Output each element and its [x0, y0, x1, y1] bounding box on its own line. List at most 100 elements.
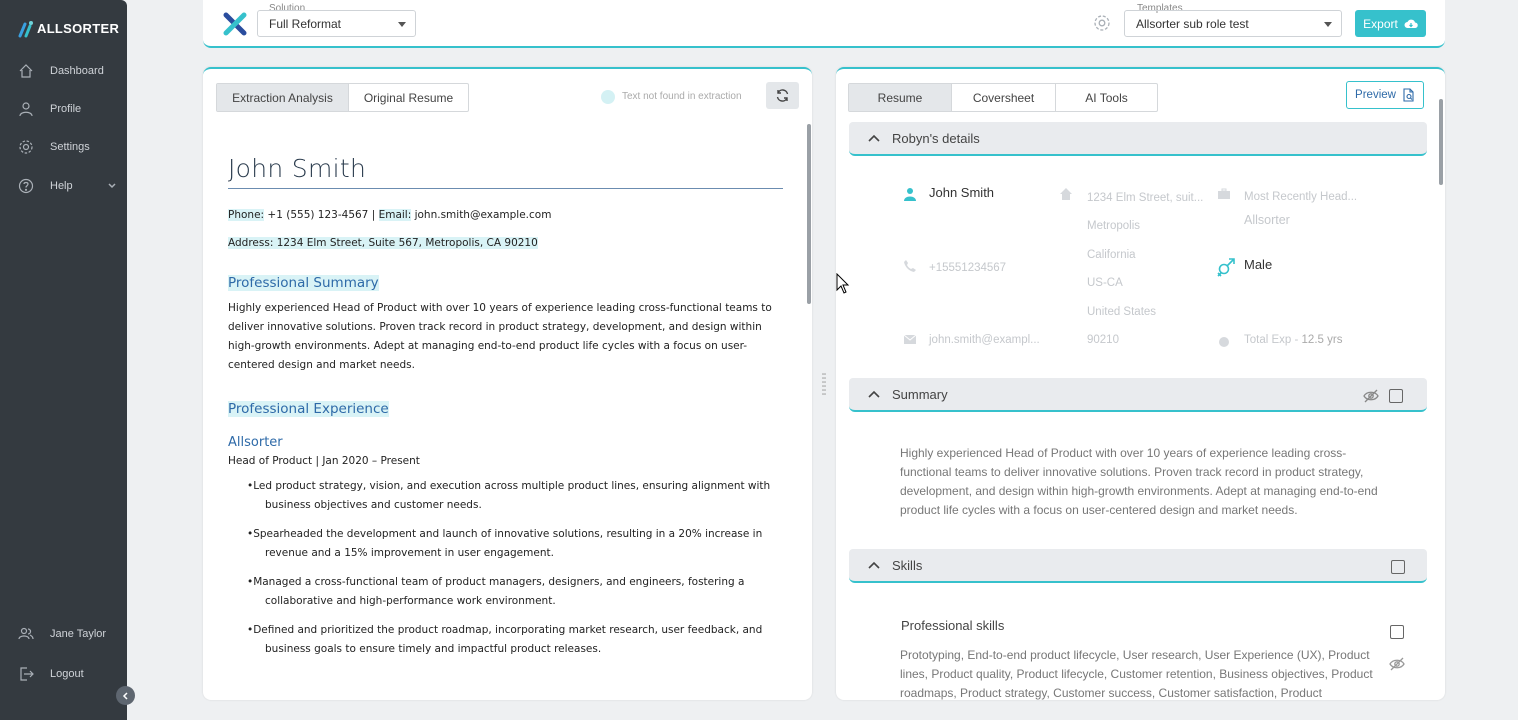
- resume-document: John Smith Phone: +1 (555) 123-4567 | Em…: [228, 154, 783, 659]
- skills-checkbox[interactable]: [1391, 560, 1405, 574]
- skills-title: Skills: [892, 557, 923, 573]
- experience-heading: Professional Experience: [228, 401, 389, 417]
- detail-address-line[interactable]: US-CA: [1087, 277, 1123, 289]
- bullet-item: •Spearheaded the development and launch …: [247, 528, 763, 559]
- detail-email[interactable]: john.smith@exampl...: [929, 334, 1040, 346]
- phone-value: +1 (555) 123-4567: [264, 209, 369, 221]
- summary-paragraph: Highly experienced Head of Product with …: [228, 302, 772, 371]
- logout-icon: [20, 667, 34, 681]
- sidebar-item-profile[interactable]: Profile: [0, 95, 127, 123]
- eye-off-icon[interactable]: [1389, 656, 1405, 672]
- settings-gear-icon[interactable]: [1093, 14, 1111, 32]
- detail-address-line[interactable]: 1234 Elm Street, suit...: [1087, 192, 1203, 204]
- summary-checkbox[interactable]: [1389, 389, 1403, 403]
- user-icon: [19, 102, 33, 117]
- help-icon: [18, 178, 34, 194]
- email-label: Email:: [378, 209, 412, 221]
- scrollbar[interactable]: [1439, 99, 1443, 185]
- right-tabs: Resume Coversheet AI Tools: [848, 83, 1158, 112]
- address-text: Address: 1234 Elm Street, Suite 567, Met…: [228, 237, 538, 249]
- phone-label: Phone:: [228, 209, 265, 221]
- section-heading: Professional Experience: [228, 401, 783, 417]
- detail-headline[interactable]: Most Recently Head...: [1244, 191, 1357, 203]
- chevron-up-icon[interactable]: [868, 561, 880, 569]
- home-icon: [19, 64, 33, 78]
- summary-section-header[interactable]: Summary: [849, 378, 1427, 412]
- caret-down-icon: [398, 22, 406, 27]
- panel-resize-handle[interactable]: [822, 372, 826, 396]
- tab-coversheet[interactable]: Coversheet: [952, 84, 1056, 111]
- tab-resume[interactable]: Resume: [849, 84, 952, 111]
- role-line: Head of Product | Jan 2020 – Present: [228, 455, 420, 467]
- detail-total-exp[interactable]: Total Exp - 12.5 yrs: [1244, 334, 1342, 346]
- details-title: Robyn's details: [892, 130, 980, 146]
- total-exp-label: Total Exp -: [1244, 334, 1302, 346]
- export-button[interactable]: Export: [1355, 10, 1426, 37]
- bullet-item: •Led product strategy, vision, and execu…: [247, 480, 771, 511]
- resume-name: John Smith: [228, 154, 783, 189]
- sidebar-item-dashboard[interactable]: Dashboard: [0, 57, 127, 85]
- clock-icon: [1219, 337, 1229, 347]
- professional-skills-checkbox[interactable]: [1390, 625, 1404, 639]
- detail-address-line[interactable]: California: [1087, 249, 1136, 261]
- skills-section-header[interactable]: Skills: [849, 549, 1427, 583]
- caret-down-icon: [1324, 22, 1332, 27]
- app-logo-icon: [223, 12, 247, 36]
- professional-skills-title: Professional skills: [901, 618, 1005, 633]
- preview-button[interactable]: Preview: [1346, 81, 1424, 109]
- brand-logo[interactable]: ALLSORTER: [0, 0, 127, 44]
- legend-swatch: [601, 90, 615, 104]
- users-icon: [18, 627, 34, 640]
- tab-extraction-analysis[interactable]: Extraction Analysis: [217, 84, 349, 111]
- cloud-download-icon: [1404, 19, 1418, 28]
- sidebar-item-logout[interactable]: Logout: [0, 660, 127, 688]
- summary-title: Summary: [892, 386, 948, 402]
- detail-headline-company[interactable]: Allsorter: [1244, 213, 1290, 227]
- gear-icon: [19, 140, 33, 154]
- chevron-up-icon[interactable]: [868, 390, 880, 398]
- resume-contact-line: Phone: +1 (555) 123-4567 | Email: john.s…: [228, 209, 783, 221]
- legend-label: Text not found in extraction: [622, 91, 742, 102]
- detail-name[interactable]: John Smith: [929, 185, 994, 200]
- extraction-panel: Extraction Analysis Original Resume Text…: [203, 67, 812, 700]
- sidebar-item-settings[interactable]: Settings: [0, 133, 127, 161]
- detail-address-line[interactable]: United States: [1087, 306, 1156, 318]
- detail-address-line[interactable]: Metropolis: [1087, 220, 1140, 232]
- refresh-button[interactable]: [766, 82, 799, 109]
- scrollbar[interactable]: [807, 124, 811, 304]
- brand-name: ALLSORTER: [37, 21, 120, 36]
- sidebar-collapse-button[interactable]: [116, 686, 135, 705]
- templates-value: Allsorter sub role test: [1136, 17, 1249, 31]
- tab-original-resume[interactable]: Original Resume: [349, 84, 468, 111]
- sidebar-item-label: Profile: [50, 103, 82, 115]
- export-label: Export: [1363, 16, 1398, 31]
- allsorter-logo-icon: [18, 20, 33, 37]
- tab-ai-tools[interactable]: AI Tools: [1056, 84, 1157, 111]
- templates-select[interactable]: Allsorter sub role test: [1124, 10, 1342, 37]
- section-heading: Professional Summary: [228, 275, 783, 291]
- sidebar: ALLSORTER Dashboard Profile Settings Hel…: [0, 0, 127, 720]
- document-search-icon: [1403, 88, 1414, 102]
- bullet-item: •Defined and prioritized the product roa…: [247, 624, 763, 655]
- mouse-cursor-icon: [836, 273, 850, 294]
- eye-off-icon[interactable]: [1363, 388, 1379, 404]
- sidebar-item-help[interactable]: Help: [0, 172, 127, 200]
- preview-label: Preview: [1355, 89, 1396, 101]
- sidebar-item-user[interactable]: Jane Taylor: [0, 620, 127, 648]
- skills-text[interactable]: Prototyping, End-to-end product lifecycl…: [900, 646, 1385, 700]
- detail-gender[interactable]: Male: [1244, 257, 1272, 272]
- details-section-header[interactable]: Robyn's details: [849, 122, 1427, 156]
- solution-select[interactable]: Full Reformat: [257, 10, 416, 37]
- separator: |: [368, 209, 379, 221]
- refresh-icon: [776, 89, 789, 102]
- chevron-up-icon[interactable]: [868, 134, 880, 142]
- sidebar-item-label: Help: [50, 180, 73, 192]
- summary-text[interactable]: Highly experienced Head of Product with …: [900, 444, 1385, 520]
- phone-icon: [904, 260, 916, 272]
- resume-address-line: Address: 1234 Elm Street, Suite 567, Met…: [228, 237, 783, 249]
- summary-heading: Professional Summary: [228, 275, 379, 291]
- detail-phone[interactable]: +15551234567: [929, 262, 1006, 274]
- email-icon: [903, 334, 917, 344]
- detail-address-line[interactable]: 90210: [1087, 334, 1119, 346]
- chevron-left-icon: [122, 691, 128, 700]
